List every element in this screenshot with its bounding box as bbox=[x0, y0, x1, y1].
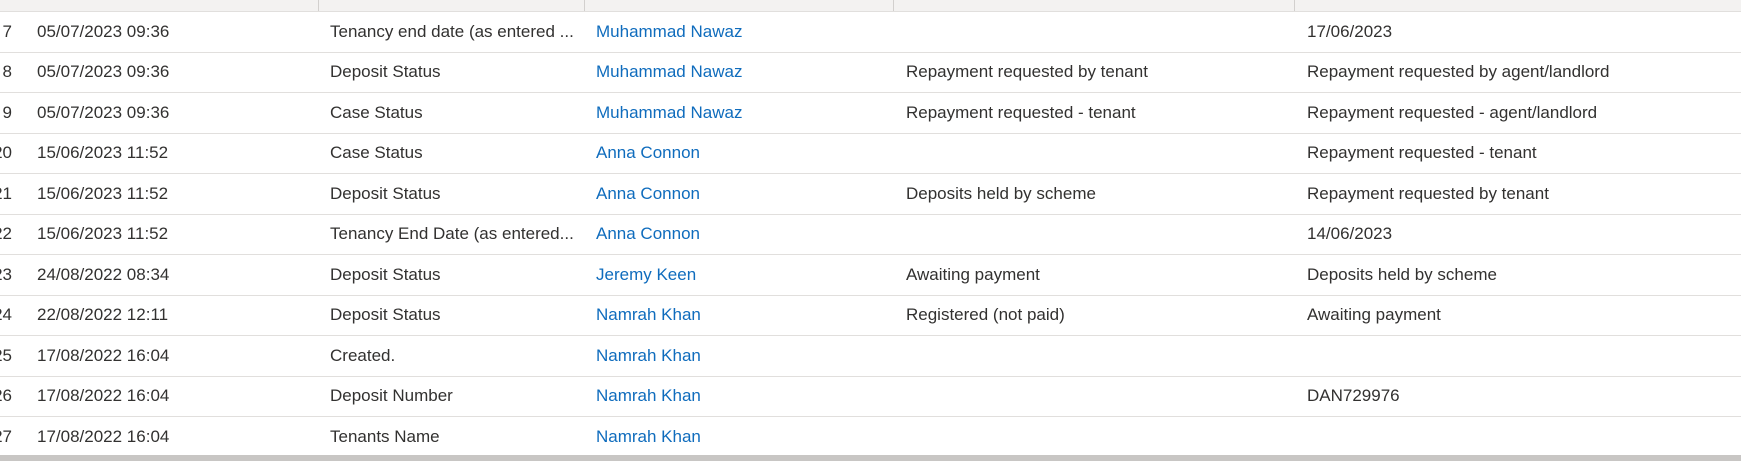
new-value-cell bbox=[1307, 417, 1737, 457]
changed-date-cell: 05/07/2023 09:36 bbox=[37, 21, 170, 41]
changed-date-cell: 15/06/2023 11:52 bbox=[37, 183, 169, 203]
attribute-cell: Case Status bbox=[330, 143, 423, 163]
changed-by-link[interactable]: Jeremy Keen bbox=[596, 255, 886, 295]
audit-history-grid: 7 05/07/2023 09:36 Tenancy end date (as … bbox=[0, 0, 1741, 461]
table-row[interactable]: 20 15/06/2023 11:52 Case Status Anna Con… bbox=[0, 134, 1741, 174]
row-number: 25 bbox=[0, 345, 12, 365]
row-number: 23 bbox=[0, 264, 12, 284]
changed-by-link[interactable]: Namrah Khan bbox=[596, 377, 886, 417]
grid-header bbox=[0, 0, 1741, 12]
row-number: 22 bbox=[0, 224, 12, 244]
changed-date-cell: 24/08/2022 08:34 bbox=[37, 264, 170, 284]
new-value-cell: Repayment requested - agent/landlord bbox=[1307, 102, 1598, 122]
horizontal-scrollbar[interactable] bbox=[0, 455, 1741, 461]
changed-by-link[interactable]: Namrah Khan bbox=[596, 336, 886, 376]
changed-by-link[interactable]: Anna Connon bbox=[596, 134, 886, 174]
row-number: 20 bbox=[0, 143, 12, 163]
changed-date-cell: 22/08/2022 12:11 bbox=[37, 305, 169, 325]
new-value-cell: 14/06/2023 bbox=[1307, 224, 1393, 244]
changed-date-cell: 15/06/2023 11:52 bbox=[37, 143, 169, 163]
old-value-cell bbox=[906, 215, 1296, 255]
table-row[interactable]: 25 17/08/2022 16:04 Created. Namrah Khan bbox=[0, 336, 1741, 377]
old-value-cell: Awaiting payment bbox=[906, 264, 1040, 284]
attribute-cell: Deposit Status bbox=[330, 305, 441, 325]
old-value-cell bbox=[906, 377, 1296, 417]
new-value-cell bbox=[1307, 336, 1737, 376]
grid-body: 7 05/07/2023 09:36 Tenancy end date (as … bbox=[0, 12, 1741, 458]
row-number: 8 bbox=[2, 62, 12, 82]
changed-by-link[interactable]: Anna Connon bbox=[596, 174, 886, 214]
column-separator[interactable] bbox=[318, 0, 319, 11]
attribute-cell: Deposit Status bbox=[330, 264, 441, 284]
changed-date-cell: 17/08/2022 16:04 bbox=[37, 386, 170, 406]
new-value-cell: DAN729976 bbox=[1307, 386, 1400, 406]
table-row[interactable]: 7 05/07/2023 09:36 Tenancy end date (as … bbox=[0, 12, 1741, 53]
attribute-cell: Deposit Number bbox=[330, 386, 453, 406]
old-value-cell: Repayment requested - tenant bbox=[906, 102, 1136, 122]
changed-date-cell: 05/07/2023 09:36 bbox=[37, 102, 170, 122]
column-separator[interactable] bbox=[1294, 0, 1295, 11]
row-number: 24 bbox=[0, 305, 12, 325]
row-number: 21 bbox=[0, 183, 12, 203]
row-number: 27 bbox=[0, 426, 12, 446]
table-row[interactable]: 9 05/07/2023 09:36 Case Status Muhammad … bbox=[0, 93, 1741, 134]
attribute-cell: Deposit Status bbox=[330, 62, 441, 82]
changed-by-link[interactable]: Namrah Khan bbox=[596, 417, 886, 457]
old-value-cell bbox=[906, 12, 1296, 52]
new-value-cell: Awaiting payment bbox=[1307, 305, 1441, 325]
table-row[interactable]: 8 05/07/2023 09:36 Deposit Status Muhamm… bbox=[0, 53, 1741, 93]
changed-date-cell: 17/08/2022 16:04 bbox=[37, 345, 170, 365]
old-value-cell bbox=[906, 336, 1296, 376]
old-value-cell: Repayment requested by tenant bbox=[906, 62, 1148, 82]
old-value-cell: Registered (not paid) bbox=[906, 305, 1065, 325]
changed-by-link[interactable]: Anna Connon bbox=[596, 215, 886, 255]
new-value-cell: Repayment requested by tenant bbox=[1307, 183, 1549, 203]
old-value-cell: Deposits held by scheme bbox=[906, 183, 1096, 203]
table-row[interactable]: 27 17/08/2022 16:04 Tenants Name Namrah … bbox=[0, 417, 1741, 458]
new-value-cell: 17/06/2023 bbox=[1307, 21, 1393, 41]
old-value-cell bbox=[906, 417, 1296, 457]
changed-date-cell: 17/08/2022 16:04 bbox=[37, 426, 170, 446]
changed-date-cell: 15/06/2023 11:52 bbox=[37, 224, 169, 244]
column-separator[interactable] bbox=[893, 0, 894, 11]
table-row[interactable]: 23 24/08/2022 08:34 Deposit Status Jerem… bbox=[0, 255, 1741, 296]
changed-by-link[interactable]: Muhammad Nawaz bbox=[596, 93, 886, 133]
old-value-cell bbox=[906, 134, 1296, 174]
new-value-cell: Deposits held by scheme bbox=[1307, 264, 1497, 284]
table-row[interactable]: 24 22/08/2022 12:11 Deposit Status Namra… bbox=[0, 296, 1741, 336]
attribute-cell: Case Status bbox=[330, 102, 423, 122]
row-number: 9 bbox=[2, 102, 12, 122]
row-number: 26 bbox=[0, 386, 12, 406]
new-value-cell: Repayment requested by agent/landlord bbox=[1307, 62, 1610, 82]
column-separator[interactable] bbox=[584, 0, 585, 11]
table-row[interactable]: 26 17/08/2022 16:04 Deposit Number Namra… bbox=[0, 377, 1741, 417]
row-number: 7 bbox=[2, 21, 12, 41]
table-row[interactable]: 22 15/06/2023 11:52 Tenancy End Date (as… bbox=[0, 215, 1741, 255]
new-value-cell: Repayment requested - tenant bbox=[1307, 143, 1537, 163]
table-row[interactable]: 21 15/06/2023 11:52 Deposit Status Anna … bbox=[0, 174, 1741, 215]
attribute-cell: Tenancy End Date (as entered... bbox=[330, 224, 574, 244]
attribute-cell: Deposit Status bbox=[330, 183, 441, 203]
changed-by-link[interactable]: Muhammad Nawaz bbox=[596, 12, 886, 52]
changed-by-link[interactable]: Namrah Khan bbox=[596, 296, 886, 336]
changed-date-cell: 05/07/2023 09:36 bbox=[37, 62, 170, 82]
attribute-cell: Tenants Name bbox=[330, 426, 440, 446]
attribute-cell: Created. bbox=[330, 345, 396, 365]
changed-by-link[interactable]: Muhammad Nawaz bbox=[596, 53, 886, 93]
attribute-cell: Tenancy end date (as entered ... bbox=[330, 21, 574, 41]
